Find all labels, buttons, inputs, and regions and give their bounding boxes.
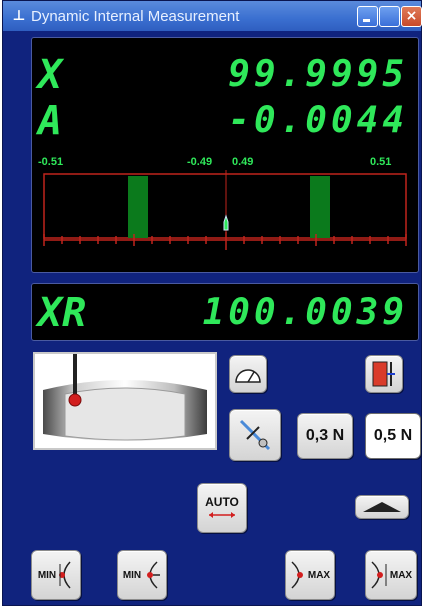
bore-icon [372,361,395,387]
max-inner-icon [371,561,387,589]
result-value: 100.0039 [202,292,408,333]
max-inner-button[interactable]: MAX [365,550,417,600]
force-low-button[interactable]: 0,3 N [297,413,353,459]
min-outer-label: MIN [122,569,142,581]
auto-label: AUTO [205,495,239,509]
scale-ticks [43,232,407,250]
probe-calibrate-button[interactable] [229,409,281,461]
title-bar[interactable]: ⊥ Dynamic Internal Measurement × [3,1,422,31]
min-outer-icon [147,561,161,589]
readout-display: X 99.9995 A -0.0044 -0.51 -0.49 0.49 0.5… [31,37,419,273]
scale-left-min: -0.51 [38,156,64,168]
force-high-label: 0,5 N [373,427,413,444]
eject-button[interactable] [355,495,409,519]
max-outer-button[interactable]: MAX [285,550,335,600]
maximize-button[interactable] [379,6,400,27]
scale-right-max: 0.51 [370,156,392,168]
scale-right-min: 0.49 [232,156,254,168]
gauge-icon [235,369,261,383]
measurement-window: ⊥ Dynamic Internal Measurement × X 99.99… [2,0,422,606]
result-display: XR 100.0039 [31,283,419,341]
close-button[interactable]: × [401,6,422,27]
eject-icon [363,502,401,512]
min-inner-button[interactable]: MIN [31,550,81,600]
result-label: XR [38,290,87,336]
tolerance-band-left [128,176,148,238]
min-inner-label: MIN [37,569,57,581]
auto-arrows-icon [209,512,235,518]
measurement-pointer [223,214,229,231]
max-outer-icon [291,561,303,589]
probe-preview-image [33,352,217,450]
scale-left-max: -0.49 [187,156,213,168]
gauge-button[interactable] [229,355,267,393]
bore-select-button[interactable] [365,355,403,393]
axis-x-value: 99.9995 [228,54,408,95]
axis-a-value: -0.0044 [228,100,408,141]
tolerance-band-right [310,176,330,238]
axis-x-label: X [38,52,63,98]
ring-gauge-illustration [43,354,207,441]
min-outer-button[interactable]: MIN [117,550,167,600]
force-low-label: 0,3 N [305,427,345,444]
tolerance-scale [43,170,407,250]
max-inner-label: MAX [389,569,413,581]
auto-button[interactable]: AUTO [197,483,247,533]
window-title: Dynamic Internal Measurement [31,7,240,25]
force-high-button[interactable]: 0,5 N [365,413,421,459]
probe-tool-icon [239,419,271,451]
min-inner-icon [59,561,71,589]
axis-a-label: A [38,98,63,144]
probe-icon: ⊥ [12,8,26,24]
minimize-button[interactable] [357,6,378,27]
max-outer-label: MAX [307,569,331,581]
